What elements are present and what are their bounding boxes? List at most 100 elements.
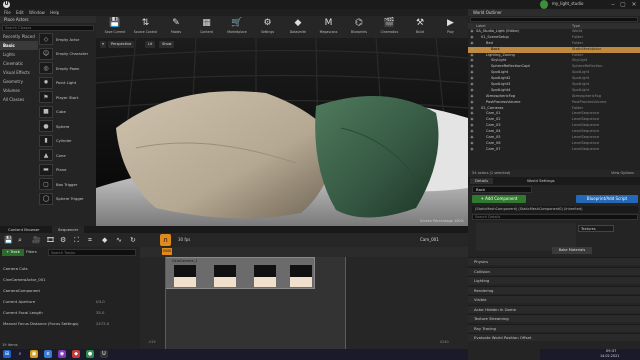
actor-item[interactable]: ▲ Cone — [38, 148, 96, 163]
end-marker[interactable] — [345, 247, 346, 349]
curve-icon[interactable]: ∿ — [116, 236, 122, 244]
tab-sequencer[interactable]: Sequencer — [52, 226, 85, 233]
filters-button[interactable]: Filters — [26, 249, 37, 256]
outliner-row[interactable]: ◉ Cam_07 LevelSequence — [468, 147, 640, 153]
toolbar-button[interactable]: ✎ Modes — [161, 17, 191, 37]
viewport-options-button[interactable]: ▾ — [100, 41, 106, 48]
camera-cut-section[interactable]: CineCamera_1 — [165, 257, 315, 289]
search-taskbar-icon[interactable]: ⌕ — [16, 350, 24, 358]
toolbar-button[interactable]: 🛒 Marketplace — [222, 17, 252, 37]
actor-item[interactable]: ◯ Sphere Trigger — [38, 192, 96, 207]
key-icon[interactable]: ◆ — [102, 236, 107, 244]
visibility-eye-icon[interactable]: ◉ — [468, 147, 476, 153]
actor-item[interactable]: ▢ Box Trigger — [38, 177, 96, 192]
blueprint-script-button[interactable]: Blueprint/Add Script — [576, 195, 638, 203]
details-section[interactable]: Texture Streaming — [468, 314, 640, 322]
details-section[interactable]: Visible — [468, 295, 640, 303]
place-actors-search-input[interactable]: Search Classes — [2, 25, 94, 31]
menu-help[interactable]: Help — [50, 9, 59, 16]
menu-file[interactable]: File — [4, 9, 11, 16]
perspective-button[interactable]: Perspective — [108, 41, 135, 48]
render-icon[interactable]: 🎞 — [46, 236, 55, 244]
fps-dropdown[interactable]: 30 fps — [178, 237, 190, 242]
start-marker[interactable] — [165, 247, 166, 349]
track-value[interactable]: 2472.0 — [96, 320, 109, 327]
add-track-button[interactable]: + Track — [2, 249, 24, 256]
tab-world-settings[interactable]: World Settings — [522, 178, 560, 184]
settings-icon[interactable]: ⚙ — [60, 236, 66, 244]
details-section[interactable]: Evaluate World Position Offset — [468, 333, 640, 341]
actor-item[interactable]: ▮ Cylinder — [38, 134, 96, 149]
details-section[interactable]: Actor Hidden In Game — [468, 304, 640, 313]
category-item[interactable]: Visual Effects — [0, 68, 38, 77]
track-row[interactable]: Manual Focus Distance (Focus Settings) 24… — [0, 320, 140, 327]
category-item[interactable]: Lights — [0, 50, 38, 59]
close-button[interactable]: ✕ — [629, 0, 639, 9]
material-dropdown[interactable]: Textures — [578, 225, 614, 232]
actor-item[interactable]: ☺ Empty Character — [38, 47, 96, 62]
track-row[interactable]: CameraComponent — [0, 287, 140, 294]
actor-item[interactable]: ◎ Empty Pawn — [38, 61, 96, 76]
toolbar-button[interactable]: 💾 Save Current — [100, 17, 130, 37]
minimize-button[interactable]: ‒ — [608, 0, 618, 9]
toolbar-button[interactable]: ◆ Datasmith — [283, 17, 313, 37]
details-search-input[interactable]: Search Details — [472, 214, 638, 220]
level-viewport[interactable] — [96, 38, 468, 226]
toolbar-button[interactable]: ⌬ Blueprints — [344, 17, 374, 37]
track-row[interactable]: Current Focal Length 35.0 — [0, 309, 140, 316]
category-item[interactable]: Geometry — [0, 77, 38, 86]
show-button[interactable]: Show — [159, 41, 175, 48]
toolbar-button[interactable]: ⚒ Build — [405, 17, 435, 37]
time-ruler[interactable]: 0000 — [140, 247, 468, 257]
actor-item[interactable]: ⚑ Player Start — [38, 90, 96, 105]
explorer-icon[interactable]: ▣ — [30, 350, 38, 358]
track-value[interactable]: f/4.0 — [96, 298, 105, 305]
toolbar-button[interactable]: ⚙ Settings — [253, 17, 283, 37]
track-row[interactable]: CineCameraActor_001 — [0, 276, 140, 283]
camera-icon[interactable]: 🎥 — [32, 236, 41, 244]
actor-item[interactable]: ◇ Empty Actor — [38, 32, 96, 47]
lit-button[interactable]: Lit — [145, 41, 156, 48]
category-item[interactable]: Recently Placed — [0, 32, 38, 41]
app-icon[interactable]: ● — [86, 350, 94, 358]
toolbar-button[interactable]: ▶ Play — [436, 17, 466, 37]
menu-edit[interactable]: Edit — [16, 9, 24, 16]
menu-window[interactable]: Window — [29, 9, 45, 16]
actor-item[interactable]: ● Sphere — [38, 119, 96, 134]
add-component-button[interactable]: + Add Component — [472, 195, 526, 203]
playhead-time[interactable]: 0000 — [162, 248, 172, 255]
category-item[interactable]: Cinematic — [0, 59, 38, 68]
track-search-input[interactable]: Search Tracks — [48, 249, 136, 256]
track-row[interactable]: Current Aperture f/4.0 — [0, 298, 140, 305]
tab-content-browser[interactable]: Content Browser — [2, 226, 46, 233]
track-value[interactable]: 35.0 — [96, 309, 104, 316]
loop-icon[interactable]: ↻ — [130, 236, 136, 244]
maximize-button[interactable]: ▢ — [618, 0, 628, 9]
category-item[interactable]: Basic — [0, 41, 38, 50]
view-options-button[interactable]: View Options — [611, 170, 634, 177]
category-item[interactable]: All Classes — [0, 95, 38, 104]
actor-name-field[interactable]: Back — [472, 186, 532, 193]
track-row[interactable]: Camera Cuts — [0, 265, 140, 272]
outliner-search-input[interactable] — [470, 17, 638, 22]
toolbar-button[interactable]: ⇅ Source Control — [131, 17, 161, 37]
lock-camera-icon[interactable]: ∩ — [160, 234, 171, 246]
browser-icon[interactable]: e — [44, 350, 52, 358]
bake-materials-button[interactable]: Bake Materials — [552, 247, 592, 254]
filter-icon[interactable]: ⛶ — [74, 236, 79, 245]
actor-item[interactable]: ▬ Plane — [38, 163, 96, 178]
toolbar-button[interactable]: ▦ Content — [192, 17, 222, 37]
actor-item[interactable]: ✹ Point Light — [38, 76, 96, 91]
app-icon[interactable]: ◉ — [58, 350, 66, 358]
details-section[interactable]: Physics — [468, 257, 640, 265]
category-item[interactable]: Volumes — [0, 86, 38, 95]
start-menu-icon[interactable]: ⊞ — [3, 350, 11, 358]
details-section[interactable]: Collision — [468, 266, 640, 275]
tab-details[interactable]: Details — [470, 178, 494, 184]
save-sequence-icon[interactable]: 💾 — [4, 236, 13, 244]
search-icon[interactable]: ⌕ — [18, 236, 22, 245]
app-icon[interactable]: ◆ — [72, 350, 80, 358]
details-section[interactable]: Lighting — [468, 276, 640, 284]
details-section[interactable]: Rendering — [468, 285, 640, 294]
toolbar-button[interactable]: M Megascans — [314, 17, 344, 37]
